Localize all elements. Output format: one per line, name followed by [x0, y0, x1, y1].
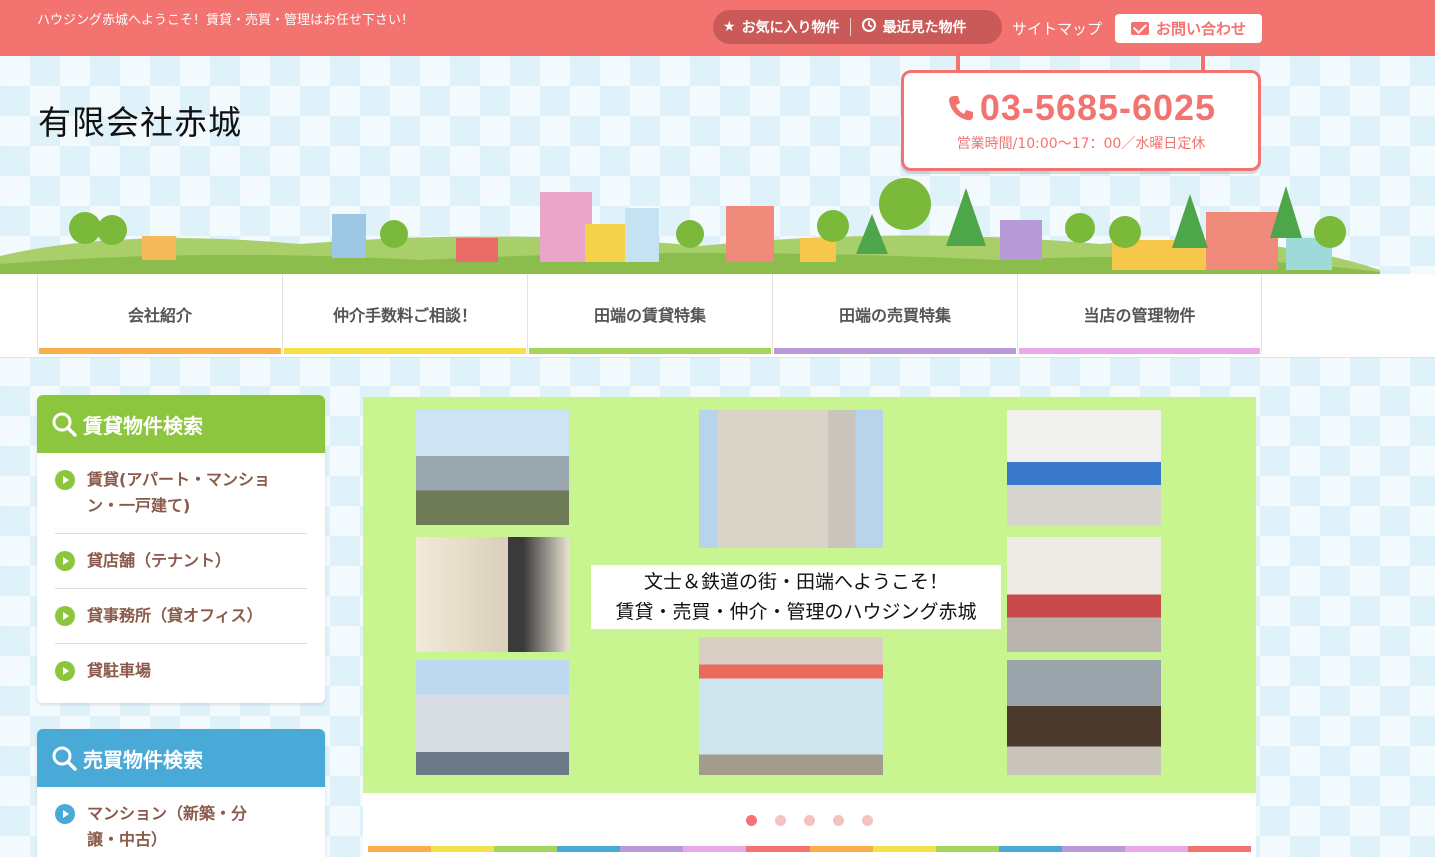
nav-sale-feature[interactable]: 田端の売買特集	[772, 274, 1017, 354]
station-concourse-photo	[416, 537, 569, 652]
phone-box: 03-5685-6025 営業時間/10:00〜17：00／水曜日定休	[901, 70, 1261, 171]
history-icon	[861, 17, 877, 37]
sale-search-header: 売買物件検索	[37, 729, 325, 787]
rental-parking-link[interactable]: 貸駐車場	[55, 644, 307, 698]
mail-icon	[1130, 22, 1149, 35]
nav-underline	[774, 348, 1016, 354]
rainbow-divider	[368, 846, 1252, 852]
star-icon: ★	[723, 19, 736, 35]
phone-icon	[948, 96, 973, 121]
nav-label: 当店の管理物件	[1083, 306, 1196, 325]
quick-links-pill: ★ お気に入り物件 最近見た物件	[713, 10, 1002, 44]
arrow-circle-icon	[55, 551, 75, 571]
arrow-circle-icon	[55, 661, 75, 681]
arrow-circle-icon	[55, 606, 75, 626]
caption-line: 文士＆鉄道の街・田端へようこそ！	[643, 571, 948, 593]
company-logo[interactable]: 有限会社赤城	[38, 96, 242, 144]
nav-label: 仲介手数料ご相談！	[332, 306, 477, 325]
nav-rental-feature[interactable]: 田端の賃貸特集	[527, 274, 772, 354]
link-label: ン・一戸建て)	[87, 496, 191, 515]
nav-underline	[1019, 348, 1260, 354]
caption-line: 賃貸・売買・仲介・管理のハウジング赤城	[615, 601, 977, 623]
hero-slider: 文士＆鉄道の街・田端へようこそ！ 賃貸・売買・仲介・管理のハウジング赤城	[363, 397, 1256, 857]
town-illustration	[0, 178, 1380, 274]
city-building-photo	[416, 660, 569, 775]
nav-label: 会社紹介	[127, 306, 192, 325]
nav-managed-properties[interactable]: 当店の管理物件	[1017, 274, 1262, 354]
recent-link[interactable]: 最近見た物件	[849, 17, 977, 37]
nav-underline	[529, 348, 771, 354]
arrow-circle-icon	[55, 470, 75, 490]
rental-search-title: 賃貸物件検索	[83, 413, 203, 438]
welcome-tagline: ハウジング赤城へようこそ！賃貸・売買・管理はお任せ下さい！	[37, 13, 415, 28]
sitemap-link[interactable]: サイトマップ	[1012, 18, 1102, 39]
link-label: 貸事務所（貸オフィス）	[87, 606, 263, 625]
link-label: 賃貸(アパート・マンショ	[87, 470, 270, 489]
favorites-label: お気に入り物件	[741, 20, 840, 36]
phone-number-text: 03-5685-6025	[979, 87, 1217, 128]
slide-caption: 文士＆鉄道の街・田端へようこそ！ 賃貸・売買・仲介・管理のハウジング赤城	[591, 565, 1001, 629]
sale-search-panel: 売買物件検索 マンション（新築・分 譲・中古）	[37, 729, 325, 857]
rental-shop-link[interactable]: 貸店舗（テナント）	[55, 534, 307, 589]
link-label: 貸駐車場	[87, 661, 152, 680]
nav-fee-consultation[interactable]: 仲介手数料ご相談！	[282, 274, 527, 354]
link-label: 貸店舗（テナント）	[87, 551, 232, 570]
link-label: マンション（新築・分	[87, 804, 248, 823]
search-icon	[52, 412, 77, 437]
slider-dot[interactable]	[862, 815, 873, 826]
rental-search-panel: 賃貸物件検索 賃貸(アパート・マンショ ン・一戸建て) 貸店舗（テナント） 貸事務…	[37, 395, 325, 703]
main-nav: 会社紹介 仲介手数料ご相談！ 田端の賃貸特集 田端の売買特集 当店の管理物件	[0, 274, 1435, 358]
shop-front-photo	[699, 637, 883, 775]
phone-number[interactable]: 03-5685-6025	[904, 87, 1258, 129]
slider-dot[interactable]	[775, 815, 786, 826]
nav-label: 田端の賃貸特集	[593, 306, 706, 325]
sale-search-title: 売買物件検索	[83, 747, 203, 772]
nav-underline	[284, 348, 526, 354]
rental-residential-link[interactable]: 賃貸(アパート・マンショ ン・一戸建て)	[55, 453, 307, 534]
slider-dot[interactable]	[833, 815, 844, 826]
recent-label: 最近見た物件	[882, 20, 967, 36]
link-label: 譲・中古）	[87, 830, 168, 849]
reception-area-photo	[1007, 660, 1161, 775]
nav-label: 田端の売買特集	[838, 306, 951, 325]
contact-label: お問い合わせ	[1155, 20, 1246, 38]
slide[interactable]: 文士＆鉄道の街・田端へようこそ！ 賃貸・売買・仲介・管理のハウジング赤城	[363, 397, 1256, 793]
arrow-circle-icon	[55, 804, 75, 824]
contact-button[interactable]: お問い合わせ	[1115, 14, 1262, 43]
nav-underline	[39, 348, 281, 354]
office-interior-photo	[1007, 410, 1161, 525]
nav-company[interactable]: 会社紹介	[37, 274, 282, 354]
rental-office-link[interactable]: 貸事務所（貸オフィス）	[55, 589, 307, 644]
search-icon	[52, 746, 77, 771]
business-hours: 営業時間/10:00〜17：00／水曜日定休	[956, 136, 1206, 152]
top-bar: ハウジング赤城へようこそ！賃貸・売買・管理はお任せ下さい！ ★ お気に入り物件 …	[0, 0, 1435, 56]
sale-mansion-link[interactable]: マンション（新築・分 譲・中古）	[55, 787, 307, 857]
rental-search-header: 賃貸物件検索	[37, 395, 325, 453]
meeting-room-photo	[1007, 537, 1161, 652]
slider-dot[interactable]	[746, 815, 757, 826]
slider-dot[interactable]	[804, 815, 815, 826]
slider-pagination	[363, 815, 1256, 826]
apartment-building-photo	[699, 410, 883, 548]
station-photo	[416, 410, 569, 525]
favorites-link[interactable]: ★ お気に入り物件	[713, 10, 850, 44]
